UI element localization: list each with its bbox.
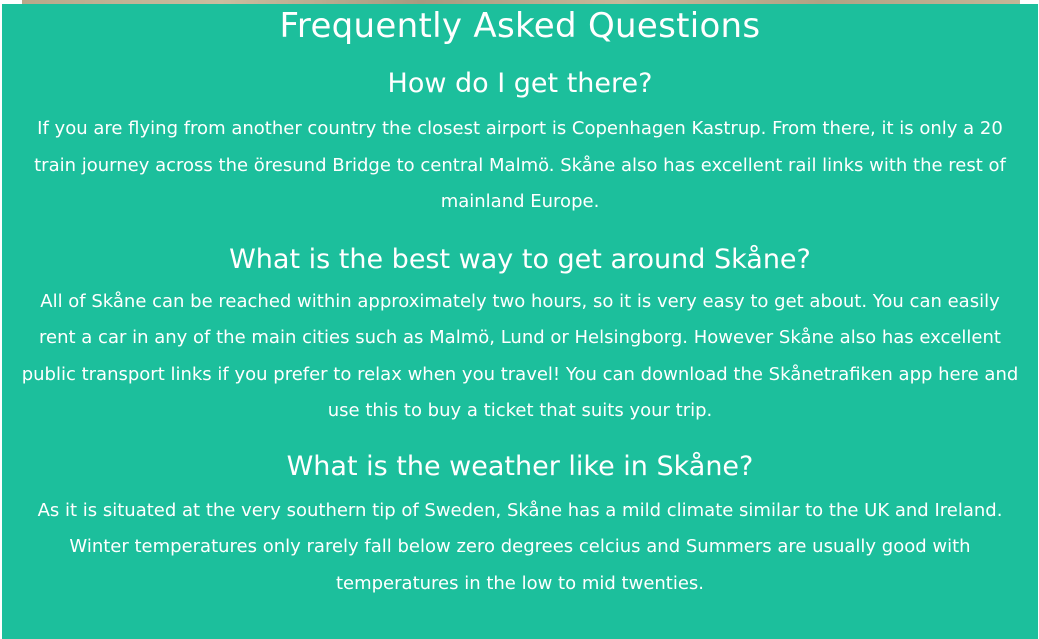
page: Frequently Asked Questions How do I get …: [0, 0, 1039, 639]
faq-question-weather: What is the weather like in Skåne?: [286, 450, 754, 482]
faq-answer-weather: As it is situated at the very southern t…: [37, 499, 1003, 594]
faq-answer-getting-around: All of Skåne can be reached within appro…: [21, 290, 1019, 422]
faq-answer-getting-there: If you are flying from another country t…: [34, 118, 1006, 212]
faq-question-getting-there: How do I get there?: [387, 68, 653, 99]
faq-title: Frequently Asked Questions: [279, 6, 761, 46]
faq-question-getting-around: What is the best way to get around Skåne…: [229, 243, 811, 275]
faq-section: Frequently Asked Questions How do I get …: [2, 4, 1038, 639]
